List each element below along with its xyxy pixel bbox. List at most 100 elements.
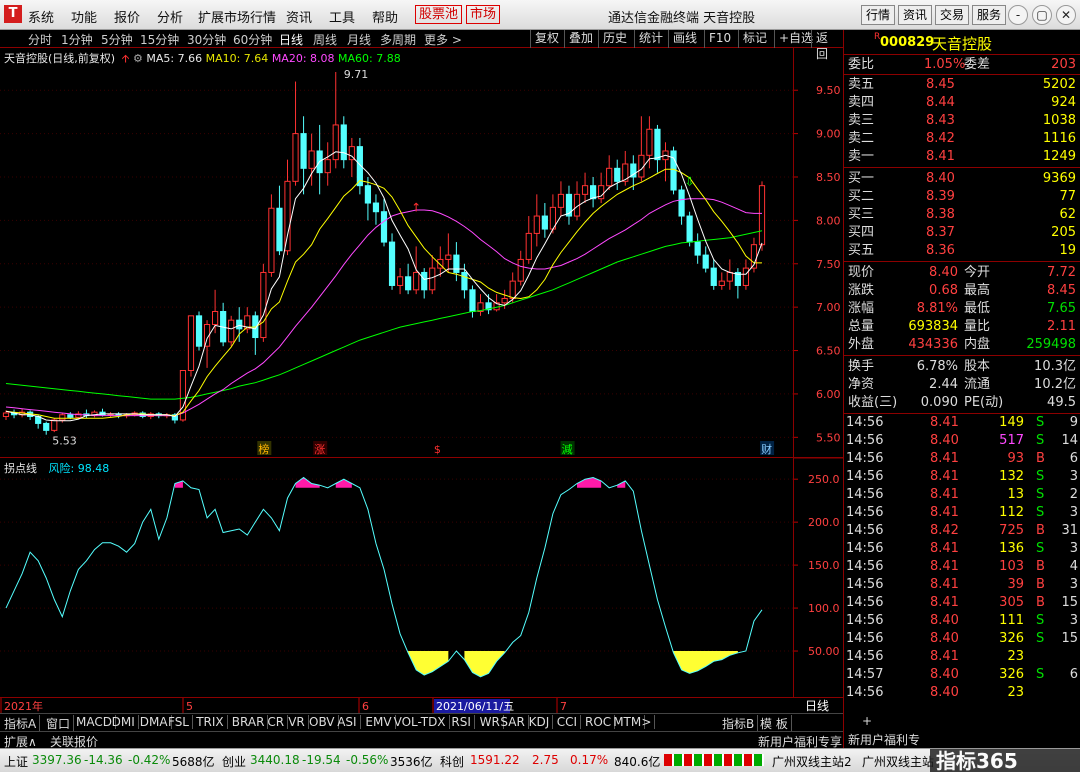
info-button[interactable]: 资讯 xyxy=(898,5,933,25)
indicator-tab-7[interactable]: BRAR xyxy=(232,715,269,729)
period-tab-1min[interactable]: 1分钟 xyxy=(61,31,93,48)
period-tab-15min[interactable]: 15分钟 xyxy=(140,31,179,48)
indicator-tab-5[interactable]: FSL xyxy=(168,715,193,729)
up-arrow-icon: 🡩 xyxy=(121,52,130,65)
menu-quote[interactable]: 报价 xyxy=(114,7,140,26)
tick-count: 3 xyxy=(1069,577,1078,592)
menu-help[interactable]: 帮助 xyxy=(372,7,398,26)
stat-value: 693834 xyxy=(908,319,958,334)
candle-body xyxy=(581,185,589,195)
settings-icon[interactable]: ⚙ xyxy=(133,52,143,65)
indicator-tab-12[interactable]: EMV xyxy=(365,715,396,729)
indicator-tab-13[interactable]: VOL-TDX xyxy=(394,715,450,729)
stats-button[interactable]: 统计 xyxy=(634,30,667,48)
ask-price: 8.45 xyxy=(926,77,955,92)
tick-count: 4 xyxy=(1069,559,1078,574)
candle-body xyxy=(710,267,717,286)
sub-tick-label: 200.0 xyxy=(808,516,840,529)
indicator-tab-14[interactable]: RSI xyxy=(451,715,475,729)
template-tab[interactable]: 模 板 xyxy=(760,715,792,732)
indicator-tab-0[interactable]: 指标A xyxy=(4,715,41,732)
indicator-tab-1[interactable]: 窗口 xyxy=(46,715,75,732)
maximize-icon[interactable]: ▢ xyxy=(1032,5,1052,25)
indicator-b-tab[interactable]: 指标B xyxy=(722,715,759,732)
menu-news[interactable]: 资讯 xyxy=(286,7,312,26)
tick-side: S xyxy=(1036,667,1045,682)
cy-change: -19.54 xyxy=(302,753,341,767)
menu-system[interactable]: 系统 xyxy=(28,7,54,26)
period-tab-30min[interactable]: 30分钟 xyxy=(187,31,226,48)
indicator-tab-9[interactable]: VR xyxy=(288,715,309,729)
period-tab-day[interactable]: 日线 xyxy=(279,31,303,48)
menu-stock-pool[interactable]: 股票池 xyxy=(415,5,463,24)
history-button[interactable]: 历史 xyxy=(598,30,631,48)
event-marker: $ xyxy=(434,443,441,456)
add-tab-icon[interactable]: + xyxy=(862,714,872,728)
stat-value: 7.72 xyxy=(1047,265,1076,280)
fund-value: 6.78% xyxy=(916,359,958,374)
indicator-tab-8[interactable]: CR xyxy=(267,715,289,729)
new-user-promo-2[interactable]: 新用户福利专 xyxy=(848,731,920,748)
ask-volume: 924 xyxy=(1051,95,1076,110)
tick-side: S xyxy=(1036,469,1045,484)
tick-price: 8.41 xyxy=(930,451,959,466)
back-button[interactable]: 返回 xyxy=(811,30,843,61)
tick-time: 14:57 xyxy=(846,667,884,682)
indicator-tab-17[interactable]: KDJ xyxy=(529,715,554,729)
menu-market[interactable]: 市场 xyxy=(466,5,501,24)
ask-label: 卖四 xyxy=(848,95,875,110)
indicator-tab-19[interactable]: ROC xyxy=(585,715,616,729)
stat-label: 今开 xyxy=(964,265,991,280)
stat-value: 8.81% xyxy=(916,301,958,316)
server-label[interactable]: 广州双线主站2 xyxy=(772,753,852,770)
indicator-tab-3[interactable]: DMI xyxy=(112,715,139,729)
period-tab-week[interactable]: 周线 xyxy=(313,31,337,48)
server-label-2[interactable]: 广州双线主站 xyxy=(862,753,934,770)
menu-analysis[interactable]: 分析 xyxy=(157,7,183,26)
period-tab-time[interactable]: 分时 xyxy=(28,31,52,48)
market-bar-chart xyxy=(664,754,764,766)
trade-button[interactable]: 交易 xyxy=(935,5,970,25)
candle-body xyxy=(187,315,195,372)
fund-label: 流通 xyxy=(964,377,991,392)
period-tab-more[interactable]: 更多 > xyxy=(424,31,462,48)
main-chart[interactable]: 9.71 5.53 榜 涨 $ 減 财 ↑ ⇩ xyxy=(0,48,843,458)
cy-value: 3440.18 xyxy=(250,753,300,767)
candle-body xyxy=(324,159,331,174)
tick-time: 14:56 xyxy=(846,559,884,574)
period-tab-60min[interactable]: 60分钟 xyxy=(233,31,272,48)
stat-value: 2.11 xyxy=(1047,319,1076,334)
menu-ext-market[interactable]: 扩展市场行情 xyxy=(198,7,276,26)
draw-button[interactable]: 画线 xyxy=(668,30,701,48)
brand-watermark: 指标365 xyxy=(930,749,1080,772)
quote-button[interactable]: 行情 xyxy=(861,5,896,25)
indicator-tab-16[interactable]: SAR xyxy=(500,715,529,729)
window-title: 通达信金融终端 天音控股 xyxy=(608,11,756,26)
indicator-tab-18[interactable]: CCI xyxy=(557,715,582,729)
candle-body xyxy=(51,419,58,431)
menu-tools[interactable]: 工具 xyxy=(329,7,355,26)
indicator-tab-10[interactable]: OBV xyxy=(309,715,339,729)
indicator-tab-21[interactable]: > xyxy=(641,715,656,729)
period-tab-month[interactable]: 月线 xyxy=(347,31,371,48)
period-tab-multi[interactable]: 多周期 xyxy=(380,31,416,48)
mark-button[interactable]: 标记 xyxy=(738,30,771,48)
indicator-tab-6[interactable]: TRIX xyxy=(196,715,228,729)
overlay-button[interactable]: 叠加 xyxy=(564,30,597,48)
indicator-tab-4[interactable]: DMA xyxy=(140,715,172,729)
price-tick-label: 7.00 xyxy=(816,301,841,314)
candle-body xyxy=(541,215,548,230)
adjust-button[interactable]: 复权 xyxy=(530,30,563,48)
tick-volume: 93 xyxy=(1007,451,1024,466)
indicator-tab-11[interactable]: ASI xyxy=(337,715,361,729)
period-tab-5min[interactable]: 5分钟 xyxy=(101,31,133,48)
tick-count: 15 xyxy=(1061,631,1078,646)
indicator-tab-2[interactable]: MACD xyxy=(76,715,116,729)
candle-body xyxy=(59,414,66,421)
menu-function[interactable]: 功能 xyxy=(71,7,97,26)
minimize-icon[interactable]: - xyxy=(1008,5,1028,25)
close-icon[interactable]: ✕ xyxy=(1056,5,1076,25)
service-button[interactable]: 服务 xyxy=(972,5,1007,25)
indicator-chart[interactable]: 拐点线 风险: 98.48 xyxy=(0,458,843,696)
f10-button[interactable]: F10 xyxy=(704,30,735,48)
